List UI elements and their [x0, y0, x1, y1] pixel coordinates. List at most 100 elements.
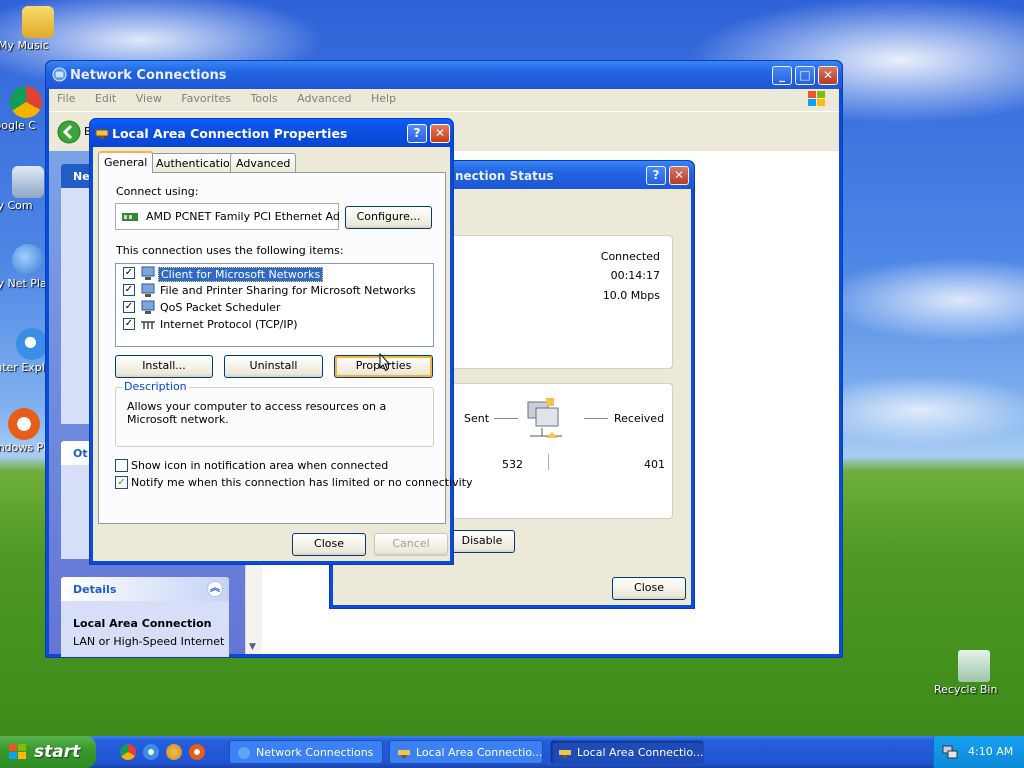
maximize-button[interactable]: □: [795, 66, 815, 85]
connect-using-label: Connect using:: [116, 185, 199, 198]
menu-favorites[interactable]: Favorites: [181, 92, 231, 105]
other-places-title: Ot: [73, 447, 88, 460]
taskbar-item-connection-status[interactable]: Local Area Connectio...: [389, 740, 543, 764]
network-status-tray-icon[interactable]: [942, 744, 958, 760]
taskbar-item-network-connections[interactable]: Network Connections: [229, 740, 383, 764]
desktop-icon-label: My Com: [0, 199, 33, 212]
packets-divider: [548, 454, 549, 470]
show-icon-label[interactable]: Show icon in notification area when conn…: [131, 459, 388, 472]
status-value: Connected: [600, 250, 660, 263]
received-label: Received: [614, 412, 665, 425]
item-checkbox[interactable]: ✓: [123, 318, 135, 330]
system-tray: 4:10 AM: [933, 736, 1024, 768]
network-adapter-icon: [398, 750, 410, 758]
media-player-icon: [8, 408, 40, 440]
speed-value: 10.0 Mbps: [602, 289, 660, 302]
folder-music-icon: [22, 6, 54, 38]
details-header[interactable]: Details ︽: [61, 577, 229, 601]
network-card-icon: [122, 213, 138, 221]
item-label: Internet Protocol (TCP/IP): [160, 318, 298, 331]
tab-authentication[interactable]: Authentication: [150, 153, 243, 172]
cancel-button: Cancel: [374, 533, 448, 556]
items-label: This connection uses the following items…: [116, 244, 344, 257]
network-client-icon: [141, 266, 155, 280]
network-adapter-icon: [559, 750, 571, 758]
menu-view[interactable]: View: [136, 92, 162, 105]
close-button[interactable]: ✕: [818, 66, 838, 85]
scroll-down-arrow-icon[interactable]: ▼: [249, 642, 256, 652]
window-title: nection Status: [455, 169, 554, 183]
details-panel: Details ︽ Local Area Connection LAN or Hi…: [61, 577, 229, 657]
item-checkbox[interactable]: ✓: [123, 284, 135, 296]
media-player-icon[interactable]: [189, 744, 205, 760]
description-title: Description: [122, 380, 189, 393]
network-connections-titlebar[interactable]: Network Connections _ □ ✕: [46, 61, 842, 89]
chrome-icon[interactable]: [120, 744, 136, 760]
menu-advanced[interactable]: Advanced: [297, 92, 351, 105]
help-button[interactable]: ?: [646, 166, 666, 185]
close-button[interactable]: ✕: [430, 124, 450, 143]
my-computer-icon: [12, 166, 44, 198]
clock[interactable]: 4:10 AM: [968, 745, 1013, 758]
tab-general[interactable]: General: [98, 151, 154, 173]
taskbar: start Network Connections Local Area Con…: [0, 736, 1024, 768]
notify-checkbox[interactable]: ✓: [115, 476, 128, 489]
network-tasks-title: Ne: [73, 170, 90, 183]
notify-label[interactable]: Notify me when this connection has limit…: [131, 476, 473, 489]
configure-button[interactable]: Configure...: [345, 206, 432, 229]
my-network-places-icon: [12, 244, 44, 276]
item-label: File and Printer Sharing for Microsoft N…: [160, 284, 416, 297]
windows-logo-icon: [808, 91, 825, 106]
uninstall-button[interactable]: Uninstall: [224, 355, 323, 378]
show-icon-checkbox[interactable]: [115, 459, 128, 472]
task-label: Network Connections: [256, 746, 374, 759]
network-connections-icon: [52, 67, 67, 82]
desktop-icon-my-music[interactable]: My Music: [0, 6, 78, 52]
description-group: Description Allows your computer to acce…: [115, 380, 434, 447]
network-activity-icon: [527, 398, 562, 438]
lan-properties-titlebar[interactable]: Local Area Connection Properties ? ✕: [90, 119, 453, 147]
window-title: Network Connections: [70, 68, 227, 83]
internet-explorer-icon[interactable]: [143, 744, 159, 760]
task-label: Local Area Connectio...: [416, 746, 543, 759]
duration-value: 00:14:17: [610, 269, 660, 282]
network-service-icon: [141, 283, 155, 297]
back-button[interactable]: B: [57, 120, 92, 144]
desktop-icon-recycle-bin[interactable]: Recycle Bin: [934, 650, 1014, 696]
desktop-icon-label: My Music: [0, 39, 49, 52]
collapse-chevron-icon[interactable]: ︽: [207, 581, 223, 597]
sent-label: Sent: [464, 412, 490, 425]
received-line: [584, 418, 608, 419]
taskbar-item-connection-properties[interactable]: Local Area Connectio...: [550, 740, 704, 764]
item-checkbox[interactable]: ✓: [123, 301, 135, 313]
desktop-icon-label: Inter Explo: [0, 361, 52, 374]
minimize-button[interactable]: _: [772, 66, 792, 85]
back-arrow-icon: [57, 120, 81, 144]
start-button[interactable]: start: [0, 736, 96, 768]
close-button[interactable]: ✕: [669, 166, 689, 185]
menu-tools[interactable]: Tools: [251, 92, 278, 105]
task-label: Local Area Connectio...: [577, 746, 704, 759]
desktop-icon-label: Google C: [0, 119, 36, 132]
start-label: start: [34, 742, 81, 762]
disable-button[interactable]: Disable: [449, 530, 515, 553]
sent-packets-value: 532: [502, 458, 523, 471]
close-button[interactable]: Close: [612, 577, 686, 600]
item-label: QoS Packet Scheduler: [160, 301, 281, 314]
close-button[interactable]: Close: [292, 533, 366, 556]
windows-explorer-icon[interactable]: [166, 744, 182, 760]
item-checkbox[interactable]: ✓: [123, 267, 135, 279]
install-button[interactable]: Install...: [115, 355, 213, 378]
general-tab-panel: Connect using: AMD PCNET Family PCI Ethe…: [98, 172, 473, 524]
components-list[interactable]: ✓ Client for Microsoft Networks ✓ File a…: [115, 263, 434, 347]
internet-explorer-icon: [16, 328, 48, 360]
menu-bar: File Edit View Favorites Tools Advanced …: [49, 89, 839, 111]
menu-edit[interactable]: Edit: [95, 92, 116, 105]
lan-properties-body: General Authentication Advanced Connect …: [93, 147, 473, 561]
item-label: Client for Microsoft Networks: [158, 267, 324, 282]
help-button[interactable]: ?: [407, 124, 427, 143]
tab-advanced[interactable]: Advanced: [230, 153, 297, 172]
menu-file[interactable]: File: [57, 92, 75, 105]
network-service-icon: [141, 300, 155, 314]
menu-help[interactable]: Help: [371, 92, 396, 105]
